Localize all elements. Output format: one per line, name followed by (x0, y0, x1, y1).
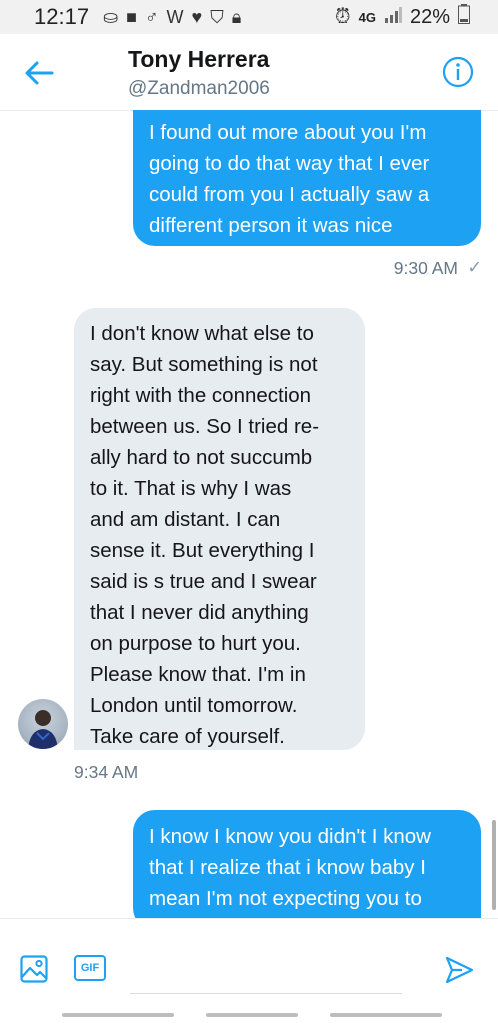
message-timestamp: 9:34 AM (74, 762, 139, 782)
message-line: Take care of yourself. (90, 725, 285, 748)
message-line: I know I know you didn't I know (149, 825, 431, 848)
message-line: could from you I actually saw a (149, 183, 430, 206)
message-line: London until tomorrow. (90, 694, 298, 717)
message-line: to it. That is why I was (90, 477, 292, 500)
message-line: I don't know what else to (90, 322, 314, 345)
male-icon: ♂ (145, 6, 159, 27)
message-bubble-incoming[interactable]: I don't know what else to say. But somet… (74, 308, 365, 750)
message-line: ally hard to not succumb (90, 446, 313, 469)
notification-icons: ⛀ ■ ♂ W ♥ ⛉ 🔒︎ (103, 7, 241, 28)
contact-handle[interactable]: @Zandman2006 (128, 78, 270, 100)
system-nav-bar (0, 1005, 498, 1023)
gif-icon[interactable]: GIF (74, 955, 106, 981)
status-bar: 12:17 ⛀ ■ ♂ W ♥ ⛉ 🔒︎ ⏰︎ 4G 22% (0, 0, 498, 34)
message-line: that I never did anything (90, 601, 309, 624)
contact-name[interactable]: Tony Herrera (128, 46, 269, 73)
nav-back[interactable] (330, 1013, 442, 1017)
nav-recent[interactable] (62, 1013, 174, 1017)
message-line: that I realize that i know baby I (149, 856, 426, 879)
message-bubble-outgoing[interactable]: I found out more about you I'm going to … (133, 110, 481, 246)
message-line: between us. So I tried re- (90, 415, 320, 438)
alarm-icon: ⏰︎ (335, 5, 351, 28)
message-line: I found out more about you I'm (149, 121, 427, 144)
scrollbar[interactable] (492, 820, 496, 910)
message-bubble-outgoing[interactable]: I know I know you didn't I know that I r… (133, 810, 481, 918)
message-line: Please know that. I'm in (90, 663, 306, 686)
info-icon[interactable] (442, 56, 474, 88)
message-line: and am distant. I can (90, 508, 281, 531)
shield-icon: ⛉ (210, 6, 224, 27)
message-line: going to do that way that I ever (149, 152, 430, 175)
image-icon[interactable] (20, 955, 48, 983)
message-line: on purpose to hurt you. (90, 632, 301, 655)
status-time: 12:17 (34, 4, 90, 29)
battery-text: 22% (409, 5, 450, 28)
video-icon: ■ (126, 6, 138, 27)
message-line: say. But something is not (90, 353, 318, 376)
message-line: mean I'm not expecting you to (149, 887, 422, 910)
nav-home[interactable] (206, 1013, 298, 1017)
message-input[interactable] (130, 947, 402, 994)
network-label: 4G (358, 9, 376, 25)
message-line: sense it. But everything I (90, 539, 315, 562)
battery-icon (458, 4, 470, 30)
back-arrow-icon[interactable] (22, 56, 56, 90)
message-line: different person it was nice (149, 214, 393, 237)
avatar[interactable] (18, 699, 68, 749)
lock-icon: 🔒︎ (231, 6, 242, 27)
send-icon[interactable] (444, 955, 474, 985)
status-right: ⏰︎ 4G 22% (335, 0, 470, 34)
message-line: said is s true and I swear (90, 570, 317, 593)
message-line: right with the connection (90, 384, 312, 407)
message-thread[interactable]: I found out more about you I'm going to … (0, 110, 498, 918)
message-timestamp: 9:30 AM (393, 258, 458, 278)
notification-icon: ⛀ (103, 6, 119, 27)
conversation-header: Tony Herrera @Zandman2006 (0, 34, 498, 111)
signal-icon (384, 6, 402, 29)
w-icon: W (166, 6, 184, 27)
heart-icon: ♥ (191, 6, 203, 27)
read-check-icon: ✓ (467, 257, 482, 277)
